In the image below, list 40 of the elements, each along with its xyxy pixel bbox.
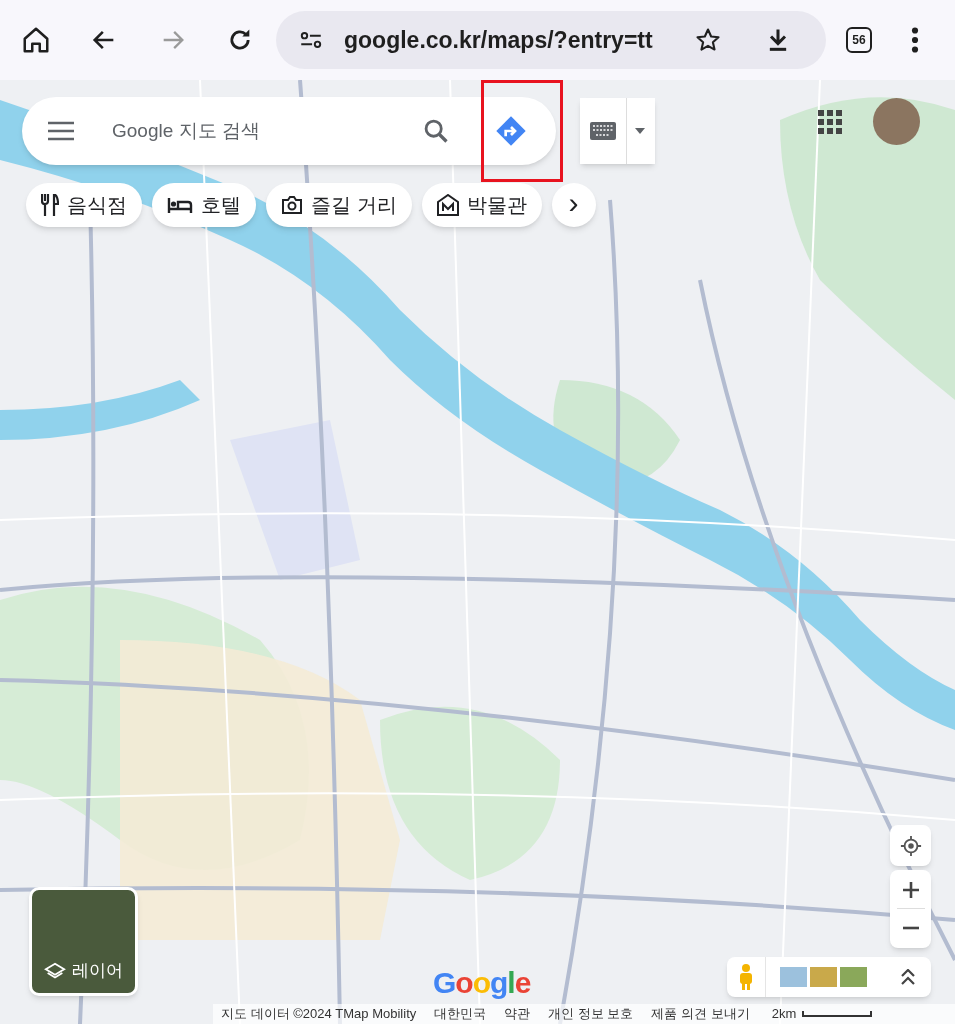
imagery-thumbnail[interactable] (780, 967, 807, 987)
more-menu-icon[interactable] (911, 27, 919, 53)
category-chip[interactable]: 박물관 (421, 183, 542, 227)
scale-label: 2km (771, 1005, 797, 1024)
category-chip[interactable]: 즐길 거리 (266, 183, 412, 227)
bed-icon (167, 196, 193, 214)
search-icon[interactable] (422, 117, 450, 145)
locate-icon (899, 834, 922, 857)
utensils-icon (41, 194, 59, 216)
footer-link[interactable]: 개인 정보 보호 (548, 1004, 634, 1024)
layers-button[interactable]: 레이어 (29, 887, 138, 996)
category-chip[interactable]: 호텔 (152, 183, 256, 227)
layers-label: 레이어 (72, 959, 123, 982)
url-text: google.co.kr/maps/?entry=tt (344, 25, 654, 55)
imagery-thumbnail[interactable] (810, 967, 837, 987)
apps-grid-icon[interactable] (818, 110, 842, 134)
footer-link[interactable]: 약관 (504, 1004, 531, 1024)
camera-icon (281, 195, 303, 215)
google-logo: Google (433, 965, 531, 1001)
locate-button[interactable] (890, 825, 931, 866)
keyboard-button[interactable] (580, 98, 655, 164)
museum-icon (436, 194, 459, 216)
zoom-in-icon[interactable] (902, 882, 919, 898)
home-icon[interactable] (21, 25, 51, 55)
footer-link[interactable]: 제품 의견 보내기 (651, 1004, 750, 1024)
directions-icon[interactable] (495, 115, 527, 147)
expand-icon[interactable] (901, 969, 915, 985)
menu-icon[interactable] (48, 121, 74, 141)
keyboard-icon (590, 122, 616, 140)
scale-bar (802, 1011, 873, 1017)
imagery-thumbnail[interactable] (840, 967, 867, 987)
category-chip[interactable]: 음식점 (26, 183, 142, 227)
dropdown-caret-icon[interactable] (635, 128, 645, 134)
address-bar[interactable]: google.co.kr/maps/?entry=tt (276, 11, 826, 69)
map-data-credit: 지도 데이터 ©2024 TMap Mobility (221, 1005, 417, 1024)
tab-count[interactable]: 56 (846, 27, 872, 53)
search-field[interactable]: Google 지도 검색 (112, 116, 412, 146)
zoom-out-icon[interactable] (902, 926, 919, 930)
footer-link[interactable]: 대한민국 (434, 1004, 487, 1024)
star-icon[interactable] (694, 26, 722, 54)
